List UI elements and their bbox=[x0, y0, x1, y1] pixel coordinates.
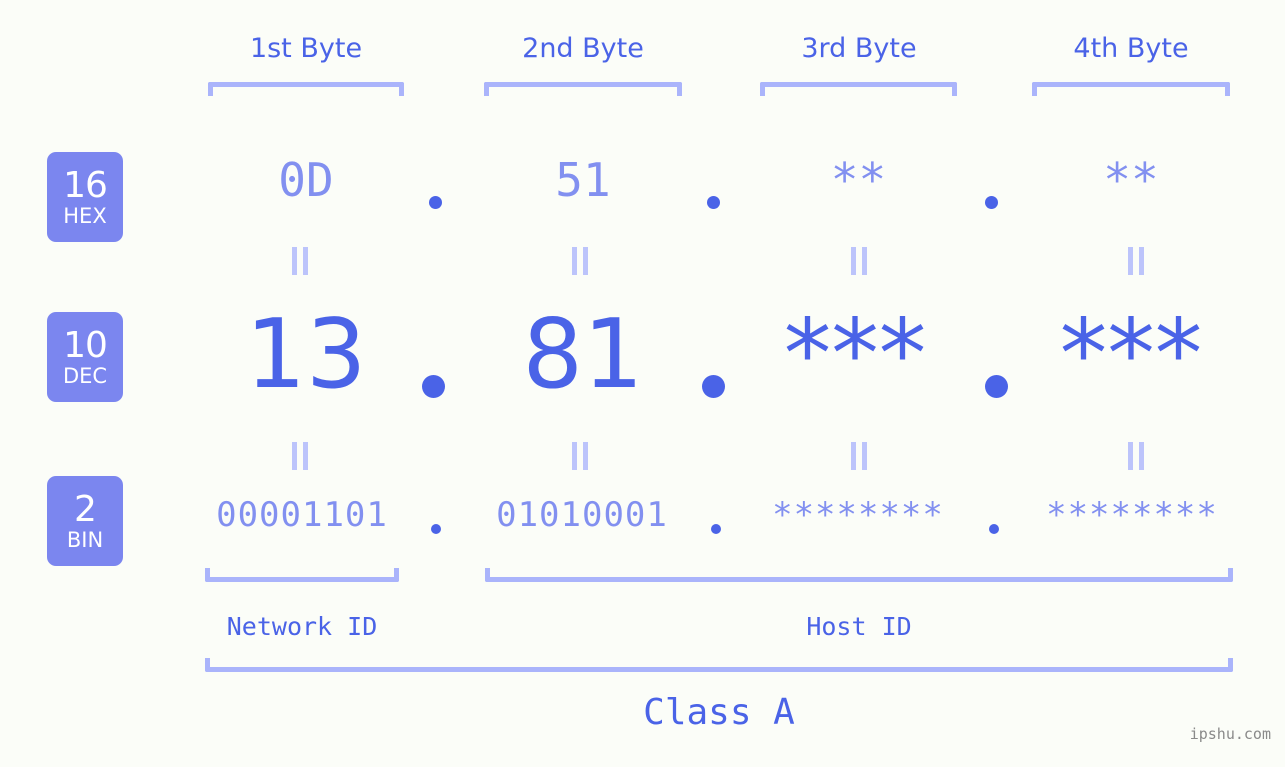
equals-connector-2-2 bbox=[572, 442, 588, 470]
ip-address-diagram: 1st Byte 2nd Byte 3rd Byte 4th Byte 16 H… bbox=[0, 0, 1285, 767]
host-id-bracket bbox=[485, 568, 1233, 582]
equals-connector-1-2 bbox=[572, 247, 588, 275]
radix-badge-dec: 10 DEC bbox=[47, 312, 123, 402]
hex-byte-4-value: ** bbox=[1103, 153, 1159, 207]
hex-byte-2-value: 51 bbox=[555, 153, 611, 207]
byte-bracket-3 bbox=[760, 82, 957, 96]
hex-separator-dot-3 bbox=[985, 196, 998, 209]
byte-bracket-1 bbox=[208, 82, 404, 96]
byte-header-4: 4th Byte bbox=[1073, 33, 1189, 64]
byte-bracket-2 bbox=[484, 82, 682, 96]
dec-byte-3-value: *** bbox=[783, 300, 927, 410]
watermark: ipshu.com bbox=[1189, 725, 1271, 743]
bin-byte-4-value: ******** bbox=[1046, 495, 1218, 535]
radix-badge-hex-unit: HEX bbox=[63, 203, 107, 228]
radix-badge-dec-unit: DEC bbox=[62, 363, 108, 388]
byte-header-3: 3rd Byte bbox=[801, 33, 917, 64]
dec-byte-2-value: 81 bbox=[522, 300, 644, 410]
equals-connector-1-3 bbox=[851, 247, 867, 275]
dec-separator-dot-3 bbox=[985, 375, 1008, 398]
bin-separator-dot-2 bbox=[711, 524, 721, 534]
radix-badge-bin: 2 BIN bbox=[47, 476, 123, 566]
host-id-label: Host ID bbox=[806, 612, 912, 641]
bin-separator-dot-1 bbox=[431, 524, 441, 534]
byte-header-1: 1st Byte bbox=[249, 33, 363, 64]
byte-header-2: 2nd Byte bbox=[522, 33, 644, 64]
class-label: Class A bbox=[643, 692, 795, 733]
class-bracket bbox=[205, 658, 1233, 672]
equals-connector-2-3 bbox=[851, 442, 867, 470]
equals-connector-1-1 bbox=[292, 247, 308, 275]
bin-byte-3-value: ******** bbox=[772, 495, 944, 535]
equals-connector-2-4 bbox=[1128, 442, 1144, 470]
dec-separator-dot-2 bbox=[702, 375, 725, 398]
bin-byte-1-value: 00001101 bbox=[216, 495, 388, 535]
bin-byte-2-value: 01010001 bbox=[496, 495, 668, 535]
hex-separator-dot-1 bbox=[429, 196, 442, 209]
byte-bracket-4 bbox=[1032, 82, 1230, 96]
dec-byte-1-value: 13 bbox=[245, 300, 367, 410]
radix-badge-hex-number: 16 bbox=[63, 164, 108, 206]
network-id-bracket bbox=[205, 568, 399, 582]
dec-byte-4-value: *** bbox=[1059, 300, 1203, 410]
equals-connector-1-4 bbox=[1128, 247, 1144, 275]
hex-byte-3-value: ** bbox=[830, 153, 887, 207]
network-id-label: Network ID bbox=[226, 612, 378, 641]
radix-badge-bin-unit: BIN bbox=[66, 527, 104, 552]
dec-separator-dot-1 bbox=[422, 375, 445, 398]
radix-badge-bin-number: 2 bbox=[74, 488, 97, 530]
radix-badge-hex: 16 HEX bbox=[47, 152, 123, 242]
hex-separator-dot-2 bbox=[707, 196, 720, 209]
hex-byte-1-value: 0D bbox=[278, 153, 334, 207]
radix-badge-dec-number: 10 bbox=[63, 324, 108, 366]
bin-separator-dot-3 bbox=[989, 524, 999, 534]
equals-connector-2-1 bbox=[292, 442, 308, 470]
